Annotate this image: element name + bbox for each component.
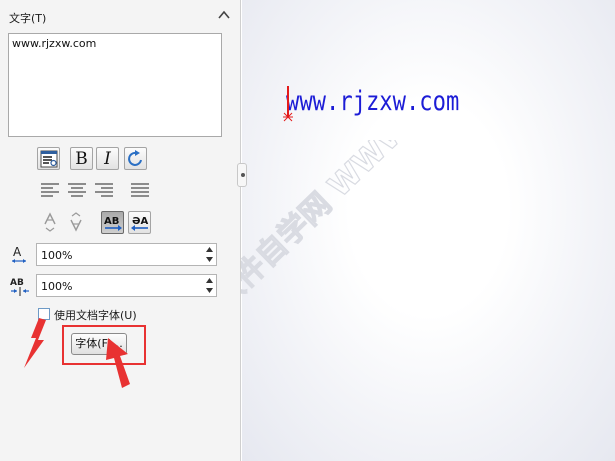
svg-text:A: A [13, 245, 22, 259]
canvas-text[interactable]: www.rjzxw.com [286, 86, 459, 117]
chevron-up-icon[interactable] [217, 9, 231, 21]
width-factor-value[interactable]: 100% [41, 249, 72, 262]
text-direction-forward-icon: AB [104, 216, 122, 231]
align-left-icon[interactable] [41, 183, 59, 197]
align-center-icon[interactable] [68, 183, 86, 197]
spinner-arrows-icon[interactable] [206, 246, 213, 263]
rotate-icon [127, 149, 142, 166]
text-anchor-icon[interactable] [281, 84, 297, 124]
svg-text:AB: AB [104, 216, 119, 227]
insert-link-icon [40, 150, 57, 167]
grip-dot [241, 173, 245, 177]
flip-up-icon[interactable] [42, 211, 58, 233]
drawing-canvas[interactable] [242, 0, 615, 461]
insert-link-button[interactable] [37, 147, 60, 170]
text-direction-backward-icon: ƏA [130, 216, 148, 231]
char-spacing-value[interactable]: 100% [41, 280, 72, 293]
italic-button[interactable]: I [96, 147, 119, 170]
char-spacing-spinner[interactable]: 100% [36, 274, 217, 297]
justify-icon[interactable] [131, 183, 149, 197]
bold-button[interactable]: B [70, 147, 93, 170]
use-doc-font-checkbox[interactable] [38, 308, 50, 320]
italic-icon: I [104, 148, 111, 169]
text-group-header[interactable]: 文字(T) [0, 0, 241, 28]
char-spacing-icon: AB [10, 278, 29, 296]
font-button[interactable]: 字体(F)... [71, 333, 127, 355]
width-factor-icon: A [12, 245, 26, 263]
property-panel: 文字(T) www.rjzxw.com B I AB ƏA A 100% AB … [0, 0, 241, 461]
text-direction-forward-button[interactable]: AB [101, 211, 124, 234]
flip-down-icon[interactable] [68, 211, 84, 233]
spinner-arrows-icon[interactable] [206, 277, 213, 294]
width-factor-spinner[interactable]: 100% [36, 243, 217, 266]
svg-text:ƏA: ƏA [132, 216, 148, 227]
use-doc-font-label[interactable]: 使用文档字体(U) [54, 307, 137, 323]
bold-icon: B [75, 148, 88, 169]
text-group-title: 文字(T) [9, 12, 47, 25]
app-root: 软件自学网 WWW.RJZXW.COM www.rjzxw.com 文字(T) … [0, 0, 615, 461]
svg-text:AB: AB [10, 278, 24, 288]
rotate-button[interactable] [124, 147, 147, 170]
align-right-icon[interactable] [95, 183, 113, 197]
text-direction-backward-button[interactable]: ƏA [128, 211, 151, 234]
text-input-area[interactable]: www.rjzxw.com [8, 33, 222, 137]
panel-splitter-grip[interactable] [237, 163, 247, 187]
